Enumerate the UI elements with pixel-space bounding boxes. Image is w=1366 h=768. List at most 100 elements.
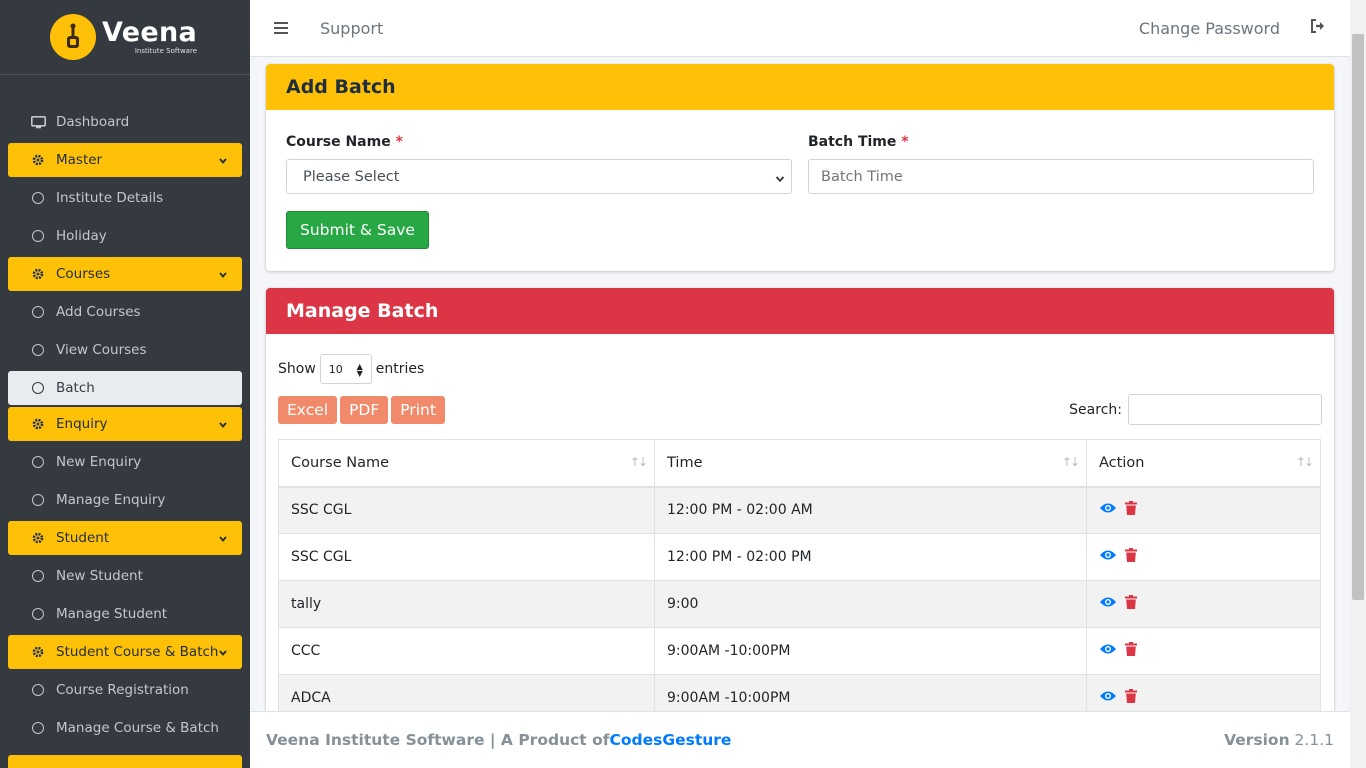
sidebar-item-label: View Courses <box>56 342 147 358</box>
circle-icon <box>32 456 44 468</box>
eye-icon[interactable] <box>1099 596 1117 612</box>
monitor-icon <box>30 115 46 129</box>
sidebar-item-master[interactable]: Master <box>8 143 242 177</box>
search-input[interactable] <box>1128 394 1322 425</box>
sort-icon: ↑↓ <box>629 455 648 469</box>
gear-icon <box>30 154 46 166</box>
trash-icon[interactable] <box>1125 642 1137 660</box>
course-name-label: Course Name * <box>286 134 403 150</box>
cell-action <box>1086 533 1321 581</box>
sidebar-item-dashboard[interactable]: Dashboard <box>0 103 250 141</box>
trash-icon[interactable] <box>1125 689 1137 707</box>
gear-icon <box>30 532 46 544</box>
add-batch-title: Add Batch <box>266 64 1334 110</box>
course-name-select[interactable]: Please Select <box>286 159 792 194</box>
sidebar-item-label: New Enquiry <box>56 454 142 470</box>
table-row: CCC 9:00AM -10:00PM <box>278 627 1321 675</box>
circle-icon <box>32 344 44 356</box>
eye-icon[interactable] <box>1099 549 1117 565</box>
batch-time-group: Batch Time * <box>808 134 1314 194</box>
column-header-action[interactable]: Action ↑↓ <box>1086 439 1321 488</box>
sidebar-item-label: Student Course & Batch <box>56 644 219 660</box>
sidebar-item-partial[interactable] <box>8 755 242 768</box>
main-content: Add Batch Course Name * Please Select Ba… <box>250 57 1350 711</box>
sidebar-item-label: Enquiry <box>56 416 108 432</box>
sidebar-item-manage-student[interactable]: Manage Student <box>0 595 250 633</box>
sidebar-item-enquiry[interactable]: Enquiry <box>8 407 242 441</box>
page-scrollbar[interactable] <box>1350 0 1366 768</box>
circle-icon <box>32 722 44 734</box>
cell-course-name: CCC <box>278 627 655 675</box>
show-label: Show <box>278 361 316 377</box>
trash-icon[interactable] <box>1125 595 1137 613</box>
sidebar-item-student[interactable]: Student <box>8 521 242 555</box>
entries-label: entries <box>375 361 425 377</box>
footer: Veena Institute Software | A Product of … <box>250 711 1350 768</box>
batch-time-input[interactable] <box>808 159 1314 194</box>
cell-time: 12:00 PM - 02:00 AM <box>654 486 1087 534</box>
sidebar-item-label: Courses <box>56 266 111 282</box>
manage-batch-title: Manage Batch <box>266 288 1334 334</box>
sidebar: Veena Institute Software Dashboard Maste… <box>0 0 250 768</box>
sidebar-item-label: Student <box>56 530 110 546</box>
circle-icon <box>32 494 44 506</box>
circle-icon <box>32 684 44 696</box>
scrollbar-thumb[interactable] <box>1352 34 1364 600</box>
cell-course-name: SSC CGL <box>278 533 655 581</box>
sidebar-item-batch[interactable]: Batch <box>8 371 242 405</box>
sidebar-item-label: Holiday <box>56 228 107 244</box>
sidebar-item-label: Master <box>56 152 103 168</box>
table-row: SSC CGL 12:00 PM - 02:00 PM <box>278 533 1321 581</box>
sidebar-item-label: Manage Student <box>56 606 168 622</box>
support-link[interactable]: Support <box>320 19 383 38</box>
column-header-time[interactable]: Time ↑↓ <box>654 439 1087 488</box>
sidebar-item-institute-details[interactable]: Institute Details <box>0 179 250 217</box>
logout-icon[interactable] <box>1310 19 1326 37</box>
submit-save-button[interactable]: Submit & Save <box>286 211 429 249</box>
circle-icon <box>32 230 44 242</box>
sidebar-item-manage-course-batch[interactable]: Manage Course & Batch <box>0 709 250 747</box>
trash-icon[interactable] <box>1125 548 1137 566</box>
batch-time-label: Batch Time * <box>808 134 909 150</box>
sidebar-item-new-student[interactable]: New Student <box>0 557 250 595</box>
entries-length-select[interactable]: 10 ▲ ▼ <box>319 354 372 384</box>
cell-time: 9:00AM -10:00PM <box>654 674 1087 711</box>
sidebar-item-add-courses[interactable]: Add Courses <box>0 293 250 331</box>
sidebar-item-label: Manage Enquiry <box>56 492 166 508</box>
sidebar-item-label: Batch <box>56 380 95 396</box>
cell-course-name: ADCA <box>278 674 655 711</box>
circle-icon <box>32 382 44 394</box>
cell-course-name: tally <box>278 580 655 628</box>
eye-icon[interactable] <box>1099 502 1117 518</box>
sidebar-item-new-enquiry[interactable]: New Enquiry <box>0 443 250 481</box>
circle-icon <box>32 306 44 318</box>
eye-icon[interactable] <box>1099 690 1117 706</box>
hamburger-menu-icon[interactable] <box>274 19 288 37</box>
sidebar-item-view-courses[interactable]: View Courses <box>0 331 250 369</box>
sidebar-item-holiday[interactable]: Holiday <box>0 217 250 255</box>
brand[interactable]: Veena Institute Software <box>0 0 250 75</box>
sidebar-item-label: Course Registration <box>56 682 189 698</box>
cell-time: 9:00 <box>654 580 1087 628</box>
cell-action <box>1086 627 1321 675</box>
required-mark: * <box>901 134 909 150</box>
change-password-link[interactable]: Change Password <box>1139 19 1280 38</box>
sidebar-item-manage-enquiry[interactable]: Manage Enquiry <box>0 481 250 519</box>
sidebar-item-student-course-batch[interactable]: Student Course & Batch <box>8 635 242 669</box>
pdf-button[interactable]: PDF <box>340 395 389 424</box>
sidebar-item-course-registration[interactable]: Course Registration <box>0 671 250 709</box>
sidebar-item-label: Dashboard <box>56 114 130 130</box>
sidebar-item-courses[interactable]: Courses <box>8 257 242 291</box>
search-label: Search: <box>1069 401 1122 418</box>
codesgesture-link[interactable]: CodesGesture <box>610 731 732 749</box>
sidebar-item-label: Add Courses <box>56 304 141 320</box>
column-header-course-name[interactable]: Course Name ↑↓ <box>278 439 655 488</box>
veena-logo-icon <box>50 14 96 60</box>
print-button[interactable]: Print <box>391 395 445 424</box>
cell-time: 12:00 PM - 02:00 PM <box>654 533 1087 581</box>
table-row: ADCA 9:00AM -10:00PM <box>278 674 1321 711</box>
circle-icon <box>32 570 44 582</box>
excel-button[interactable]: Excel <box>278 395 338 424</box>
trash-icon[interactable] <box>1125 501 1137 519</box>
eye-icon[interactable] <box>1099 643 1117 659</box>
